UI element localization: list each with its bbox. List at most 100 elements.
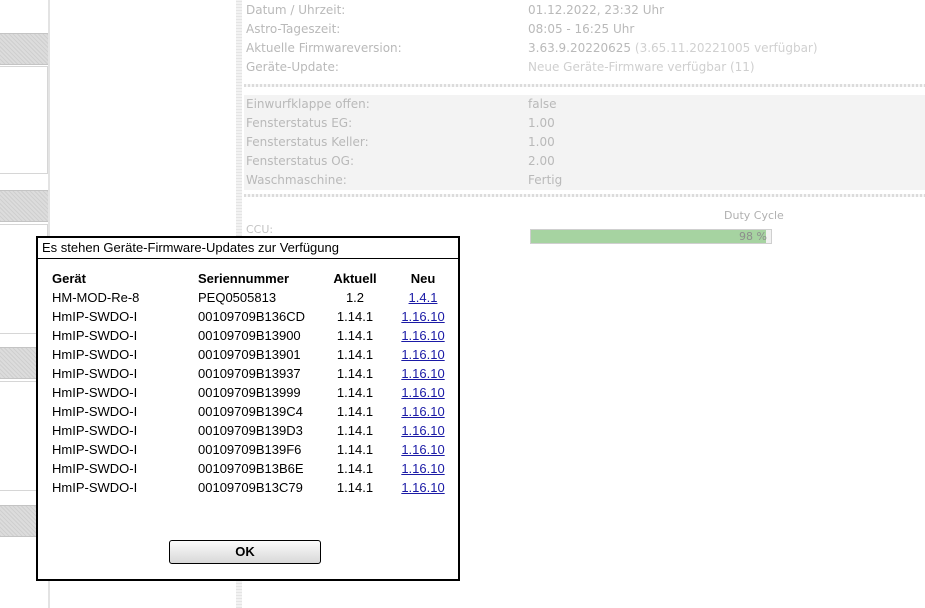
sysvar-value: 1.00: [528, 135, 555, 149]
device-update-link[interactable]: Neue Geräte-Firmware verfügbar (11): [528, 58, 755, 77]
duty-cycle-fill: [531, 230, 767, 243]
sysvar-value: 2.00: [528, 154, 555, 168]
sysvar-label: Fensterstatus EG:: [246, 116, 353, 130]
current-version: 1.14.1: [336, 366, 374, 381]
current-version: 1.14.1: [336, 328, 374, 343]
info-label: Geräte-Update:: [246, 60, 339, 74]
left-section-header[interactable]: [0, 33, 48, 65]
serial-number: 00109709B13901: [198, 347, 301, 362]
device-type: HmIP-SWDO-I: [52, 328, 138, 343]
sysvar-row: Einwurfklappe offen: false: [244, 95, 925, 114]
sysvar-value: 1.00: [528, 116, 555, 130]
table-row: HmIP-SWDO-I 00109709B13C79 1.14.1 1.16.10: [50, 478, 450, 497]
info-label: Datum / Uhrzeit:: [246, 3, 346, 17]
new-version-link[interactable]: 1.16.10: [401, 328, 444, 343]
serial-number: 00109709B13999: [198, 385, 301, 400]
sysvar-value: false: [528, 97, 557, 111]
table-row: HmIP-SWDO-I 00109709B136CD 1.14.1 1.16.10: [50, 307, 450, 326]
firmware-version: 3.63.9.20220625: [528, 41, 632, 55]
device-type: HmIP-SWDO-I: [52, 347, 138, 362]
info-value: 08:05 - 16:25 Uhr: [528, 22, 635, 36]
current-version: 1.14.1: [336, 442, 374, 457]
device-type: HmIP-SWDO-I: [52, 442, 138, 457]
serial-number: 00109709B139D3: [198, 423, 303, 438]
new-version-cell: 1.16.10: [392, 383, 454, 402]
duty-cycle-value: 98 %: [739, 230, 767, 243]
new-version-link[interactable]: 1.4.1: [409, 290, 438, 305]
new-version-cell: 1.4.1: [392, 288, 454, 307]
section-separator: [244, 194, 925, 197]
left-section-header[interactable]: [0, 190, 48, 222]
table-row: HM-MOD-Re-8 PEQ0505813 1.2 1.4.1: [50, 288, 450, 307]
table-row: HmIP-SWDO-I 00109709B13900 1.14.1 1.16.10: [50, 326, 450, 345]
new-version-link[interactable]: 1.16.10: [401, 423, 444, 438]
new-version-link[interactable]: 1.16.10: [401, 347, 444, 362]
info-row-datetime: Datum / Uhrzeit: 01.12.2022, 23:32 Uhr: [244, 1, 925, 20]
new-version-link[interactable]: 1.16.10: [401, 366, 444, 381]
table-row: HmIP-SWDO-I 00109709B13B6E 1.14.1 1.16.10: [50, 459, 450, 478]
sysvar-label: Fensterstatus OG:: [246, 154, 354, 168]
sysvar-label: Fensterstatus Keller:: [246, 135, 369, 149]
sysvar-label: Einwurfklappe offen:: [246, 97, 370, 111]
table-row: HmIP-SWDO-I 00109709B13901 1.14.1 1.16.10: [50, 345, 450, 364]
device-type: HmIP-SWDO-I: [52, 366, 138, 381]
new-version-link[interactable]: 1.16.10: [401, 480, 444, 495]
table-row: HmIP-SWDO-I 00109709B13937 1.14.1 1.16.10: [50, 364, 450, 383]
info-value: 01.12.2022, 23:32 Uhr: [528, 3, 665, 17]
duty-cycle-title: Duty Cycle: [724, 209, 784, 222]
new-version-cell: 1.16.10: [392, 478, 454, 497]
info-label: Astro-Tageszeit:: [246, 22, 341, 36]
current-version: 1.14.1: [336, 404, 374, 419]
info-row-device-update: Geräte-Update: Neue Geräte-Firmware verf…: [244, 58, 925, 77]
header-device: Gerät: [52, 271, 86, 286]
current-version: 1.2: [345, 290, 365, 305]
device-type: HmIP-SWDO-I: [52, 480, 138, 495]
new-version-cell: 1.16.10: [392, 307, 454, 326]
new-version-cell: 1.16.10: [392, 326, 454, 345]
device-type: HmIP-SWDO-I: [52, 423, 138, 438]
serial-number: 00109709B13C79: [198, 480, 303, 495]
serial-number: 00109709B13900: [198, 328, 301, 343]
current-version: 1.14.1: [336, 347, 374, 362]
ccu-label: CCU:: [246, 223, 274, 236]
firmware-available-note: (3.65.11.20221005 verfügbar): [634, 41, 818, 55]
info-value: 3.63.9.20220625 (3.65.11.20221005 verfüg…: [528, 39, 818, 58]
new-version-link[interactable]: 1.16.10: [401, 461, 444, 476]
new-version-cell: 1.16.10: [392, 402, 454, 421]
sysvar-row: Fensterstatus EG: 1.00: [244, 114, 925, 133]
serial-number: PEQ0505813: [198, 290, 277, 305]
current-version: 1.14.1: [336, 423, 374, 438]
new-version-link[interactable]: 1.16.10: [401, 385, 444, 400]
serial-number: 00109709B13937: [198, 366, 301, 381]
duty-cycle-bar: 98 %: [530, 229, 772, 244]
new-version-link[interactable]: 1.16.10: [401, 404, 444, 419]
firmware-update-table: Gerät Seriennummer Aktuell Neu HM-MOD-Re…: [50, 269, 450, 497]
table-row: HmIP-SWDO-I 00109709B13999 1.14.1 1.16.10: [50, 383, 450, 402]
dialog-title: Es stehen Geräte-Firmware-Updates zur Ve…: [38, 238, 458, 259]
device-type: HmIP-SWDO-I: [52, 461, 138, 476]
current-version: 1.14.1: [336, 385, 374, 400]
table-row: HmIP-SWDO-I 00109709B139F6 1.14.1 1.16.10: [50, 440, 450, 459]
device-type: HmIP-SWDO-I: [52, 385, 138, 400]
ok-button[interactable]: OK: [169, 540, 321, 564]
device-type: HmIP-SWDO-I: [52, 404, 138, 419]
section-separator: [244, 84, 925, 87]
current-version: 1.14.1: [336, 480, 374, 495]
header-current: Aktuell: [333, 271, 377, 286]
new-version-cell: 1.16.10: [392, 345, 454, 364]
current-version: 1.14.1: [336, 309, 374, 324]
left-section-panel: [0, 66, 48, 174]
device-type: HM-MOD-Re-8: [52, 290, 140, 305]
info-row-firmware: Aktuelle Firmwareversion: 3.63.9.2022062…: [244, 39, 925, 58]
header-serial: Seriennummer: [198, 271, 290, 286]
sysvar-row: Fensterstatus Keller: 1.00: [244, 133, 925, 152]
current-version: 1.14.1: [336, 461, 374, 476]
firmware-update-dialog: Es stehen Geräte-Firmware-Updates zur Ve…: [36, 236, 460, 581]
info-label: Aktuelle Firmwareversion:: [246, 41, 402, 55]
new-version-link[interactable]: 1.16.10: [401, 442, 444, 457]
serial-number: 00109709B136CD: [198, 309, 305, 324]
new-version-link[interactable]: 1.16.10: [401, 309, 444, 324]
sysvar-value: Fertig: [528, 173, 563, 187]
sysvar-label: Waschmaschine:: [246, 173, 347, 187]
serial-number: 00109709B13B6E: [198, 461, 304, 476]
